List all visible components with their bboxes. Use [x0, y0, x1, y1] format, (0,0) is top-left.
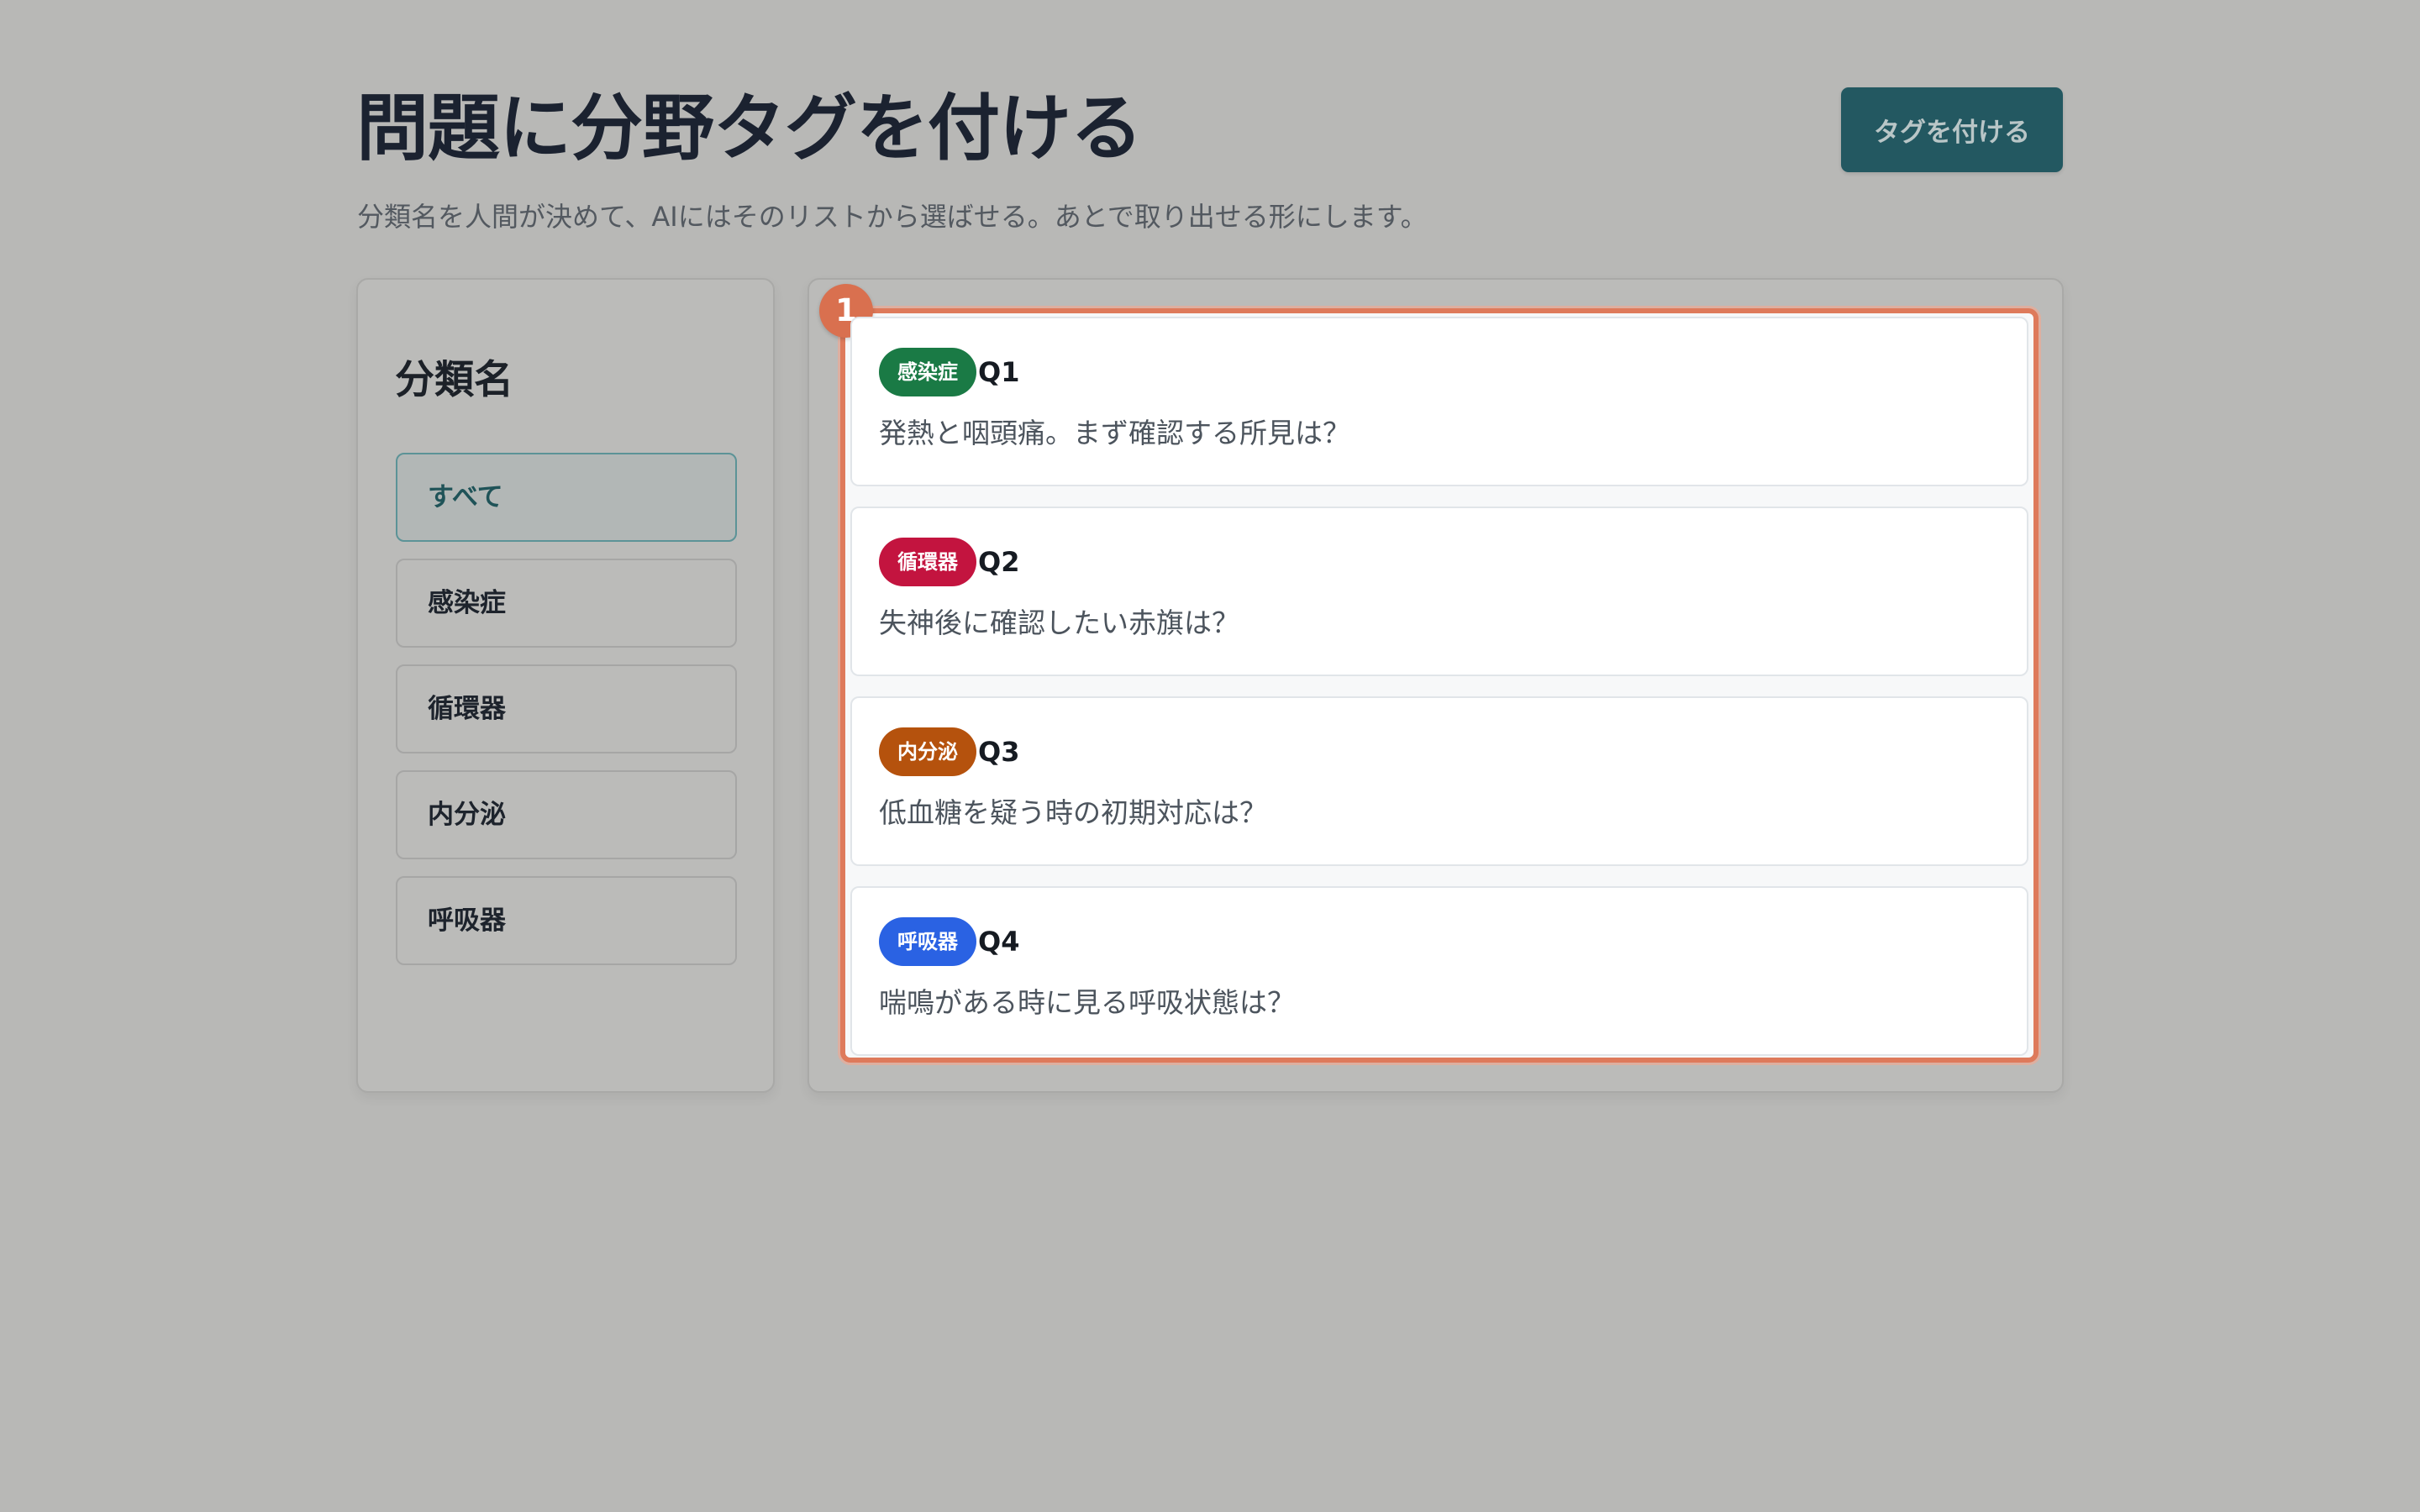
card-head: 呼吸器 Q4: [879, 916, 1019, 967]
category-item-all[interactable]: すべて: [396, 453, 737, 542]
category-item-respiratory[interactable]: 呼吸器: [396, 876, 737, 965]
tag-pill: 感染症: [879, 348, 976, 396]
question-card-q4[interactable]: 呼吸器 Q4 喘鳴がある時に見る呼吸状態は？: [850, 886, 2028, 1056]
question-id: Q2: [978, 546, 1020, 578]
tag-action-button[interactable]: タグを付ける: [1841, 87, 2063, 172]
card-head: 循環器 Q2: [879, 537, 1019, 587]
question-card-q3[interactable]: 内分泌 Q3 低血糖を疑う時の初期対応は？: [850, 696, 2028, 866]
tag-pill: 呼吸器: [879, 917, 976, 966]
question-card-q1[interactable]: 感染症 Q1 発熱と咽頭痛。まず確認する所見は？: [850, 317, 2028, 486]
card-head: 内分泌 Q3: [879, 727, 1019, 777]
highlight-frame: 1 感染症 Q1 発熱と咽頭痛。まず確認する所見は？ 循環器 Q2 失神後に確認…: [819, 284, 2039, 1063]
tag-pill: 循環器: [879, 538, 976, 586]
category-item-endocrine[interactable]: 内分泌: [396, 770, 737, 859]
question-id: Q3: [978, 736, 1020, 768]
card-head: 感染症 Q1: [879, 347, 1019, 397]
question-card-q2[interactable]: 循環器 Q2 失神後に確認したい赤旗は？: [850, 507, 2028, 676]
page-subtitle: 分類名を人間が決めて、AIにはそのリストから選ばせる。あとで取り出せる形にします…: [357, 201, 1428, 233]
category-heading: 分類名: [395, 357, 513, 403]
page-title: 問題に分野タグを付ける: [356, 87, 1143, 171]
question-text: 低血糖を疑う時の初期対応は？: [879, 796, 1267, 829]
question-id: Q1: [978, 356, 1020, 388]
question-text: 失神後に確認したい赤旗は？: [879, 606, 1239, 639]
question-text: 発熱と咽頭痛。まず確認する所見は？: [879, 417, 1350, 449]
category-item-infectious[interactable]: 感染症: [396, 559, 737, 648]
tag-pill: 内分泌: [879, 727, 976, 776]
question-text: 喘鳴がある時に見る呼吸状態は？: [879, 986, 1295, 1019]
category-panel: 分類名 すべて 感染症 循環器 内分泌 呼吸器: [356, 278, 775, 1093]
question-id: Q4: [978, 926, 1020, 958]
question-panel: 1 感染症 Q1 発熱と咽頭痛。まず確認する所見は？ 循環器 Q2 失神後に確認…: [808, 278, 2064, 1093]
category-item-cardiovascular[interactable]: 循環器: [396, 664, 737, 753]
